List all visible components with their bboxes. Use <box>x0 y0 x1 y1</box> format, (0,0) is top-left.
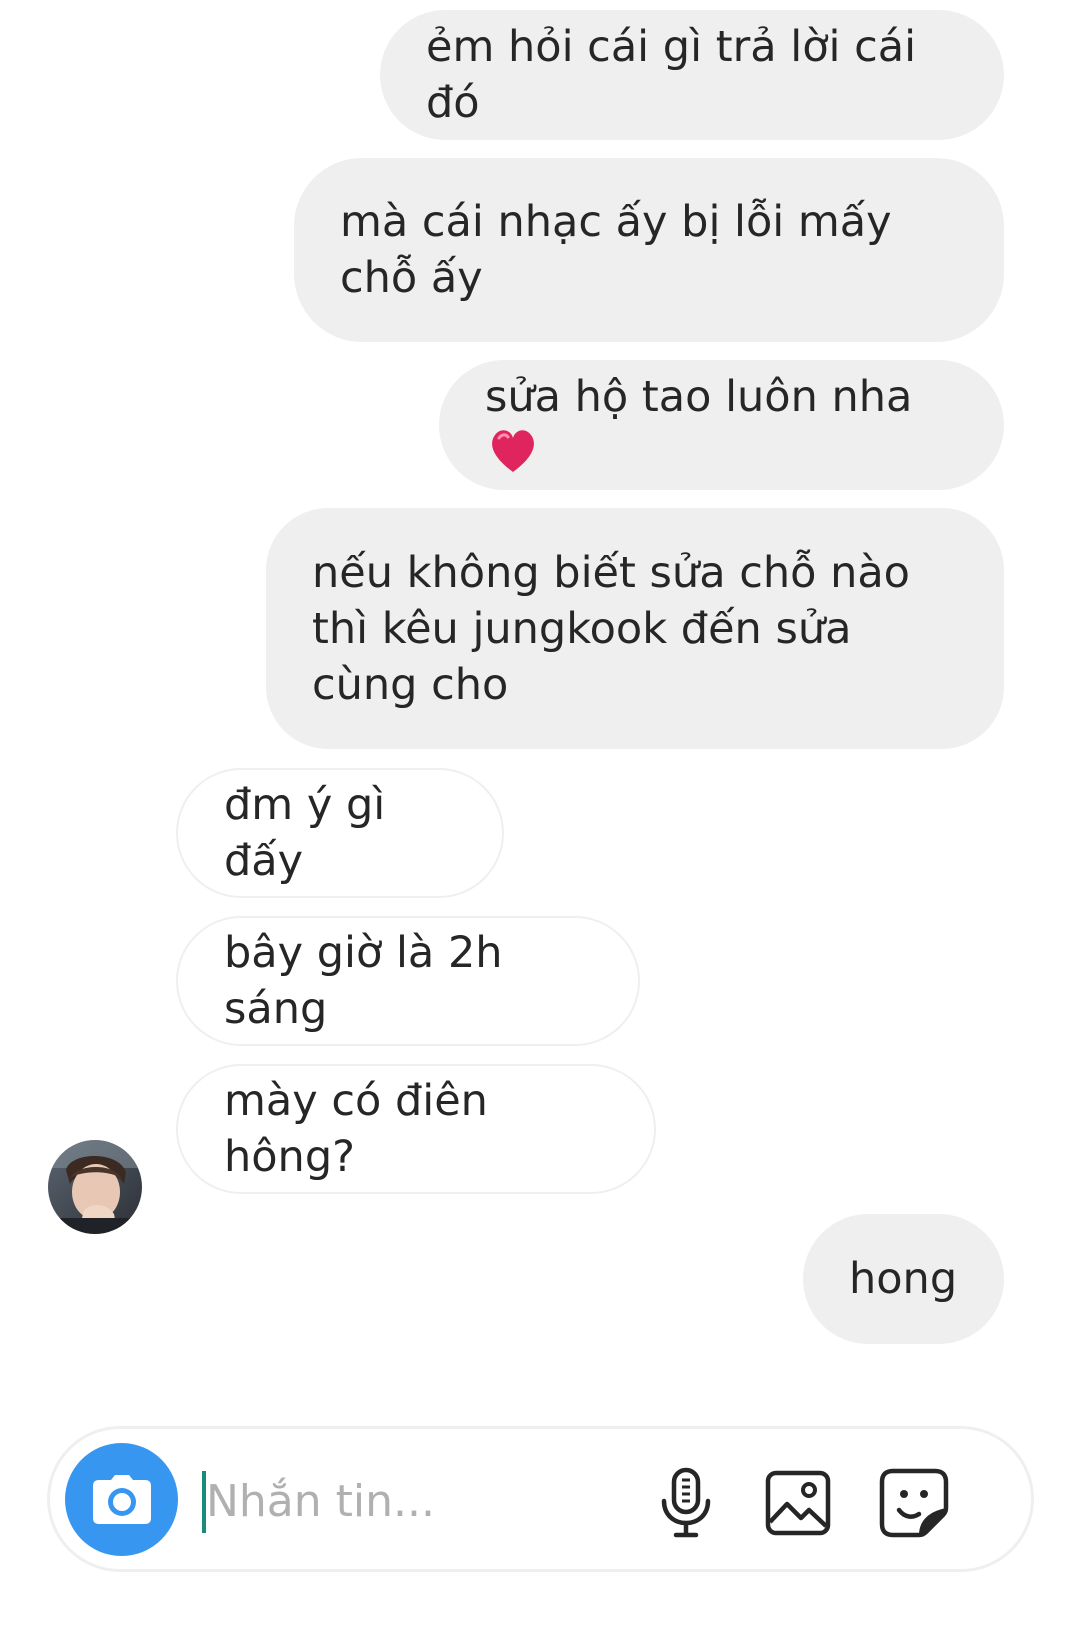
sticker-button[interactable] <box>876 1465 952 1541</box>
message-text: nếu không biết sửa chỗ nào thì kêu jungk… <box>312 547 910 710</box>
received-message[interactable]: đm ý gì đấy <box>176 768 504 898</box>
sticker-icon <box>879 1468 949 1538</box>
profile-photo <box>48 1140 142 1234</box>
avatar[interactable] <box>48 1140 142 1234</box>
gallery-button[interactable] <box>760 1465 836 1541</box>
sent-message[interactable]: ẻm hỏi cái gì trả lời cái đó <box>380 10 1004 140</box>
message-composer <box>47 1426 1034 1572</box>
sent-message[interactable]: sửa hộ tao luôn nha <box>439 360 1004 490</box>
received-message[interactable]: mày có điên hông? <box>176 1064 656 1194</box>
message-text: sửa hộ tao luôn nha <box>485 369 964 482</box>
sent-message[interactable]: hong <box>803 1214 1004 1344</box>
red-heart-icon <box>492 430 534 473</box>
received-message[interactable]: bây giờ là 2h sáng <box>176 916 640 1046</box>
gallery-icon <box>765 1470 831 1536</box>
message-text: bây giờ là 2h sáng <box>224 928 503 1034</box>
message-text: hong <box>849 1254 958 1304</box>
microphone-button[interactable] <box>648 1465 724 1541</box>
message-input[interactable] <box>204 1465 636 1537</box>
camera-button[interactable] <box>65 1443 178 1556</box>
sent-message[interactable]: mà cái nhạc ấy bị lỗi mấy chỗ ấy <box>294 158 1004 342</box>
message-text: đm ý gì đấy <box>224 780 386 886</box>
camera-icon <box>92 1474 151 1524</box>
message-text: mà cái nhạc ấy bị lỗi mấy chỗ ấy <box>340 197 892 303</box>
sent-message[interactable]: nếu không biết sửa chỗ nào thì kêu jungk… <box>266 508 1004 749</box>
message-text: mày có điên hông? <box>224 1076 488 1182</box>
message-text-part: sửa hộ tao luôn nha <box>485 371 913 422</box>
microphone-icon <box>661 1467 711 1538</box>
message-text: ẻm hỏi cái gì trả lời cái đó <box>426 22 917 128</box>
